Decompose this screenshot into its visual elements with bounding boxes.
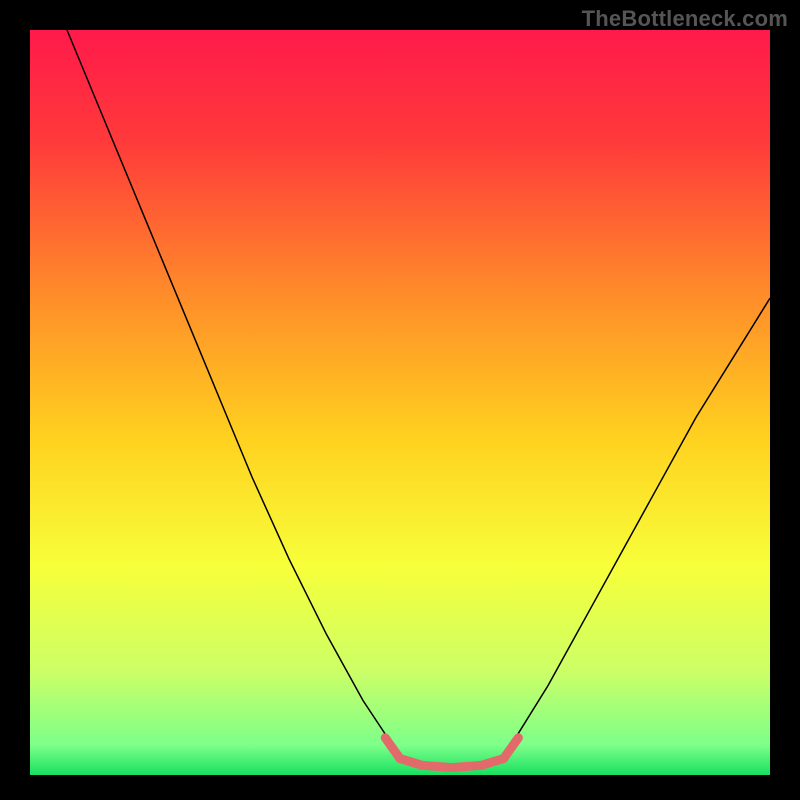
chart-frame: TheBottleneck.com bbox=[0, 0, 800, 800]
chart-svg bbox=[30, 30, 770, 775]
chart-background bbox=[30, 30, 770, 775]
chart-plot-area bbox=[30, 30, 770, 775]
watermark-text: TheBottleneck.com bbox=[582, 6, 788, 32]
